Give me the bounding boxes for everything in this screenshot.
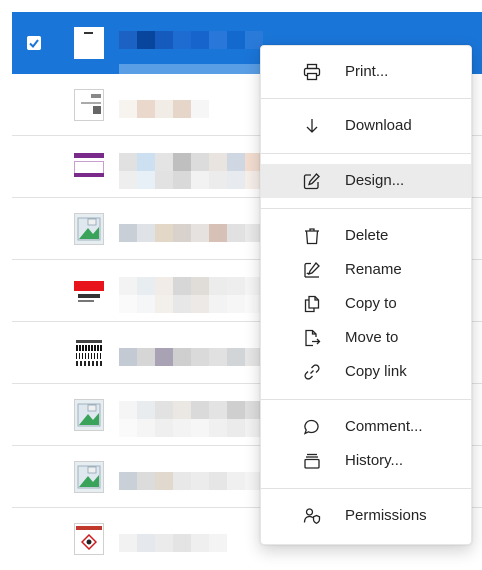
file-thumbnail [74, 151, 104, 183]
menu-item-label: Copy link [345, 363, 407, 380]
menu-item-label: Comment... [345, 418, 423, 435]
blurred-filename [119, 401, 263, 419]
menu-item-label: Permissions [345, 507, 427, 524]
comment-icon [303, 418, 321, 436]
menu-item-permissions[interactable]: Permissions [261, 499, 471, 533]
blurred-filename [119, 100, 209, 118]
menu-item-print[interactable]: Print... [261, 55, 471, 89]
menu-item-label: Move to [345, 329, 399, 346]
image-placeholder-icon [74, 399, 104, 431]
move-icon [303, 329, 321, 347]
file-thumbnail [74, 89, 104, 121]
menu-item-label: Delete [345, 227, 389, 244]
menu-item-history[interactable]: History... [261, 444, 471, 478]
blurred-filename-2 [119, 419, 263, 437]
copy-icon [303, 295, 321, 313]
blurred-filename [119, 534, 227, 552]
menu-separator [261, 488, 471, 489]
menu-item-move-to[interactable]: Move to [261, 321, 471, 355]
menu-item-label: History... [345, 452, 404, 469]
history-icon [303, 452, 321, 470]
row-checkbox[interactable] [27, 36, 41, 50]
menu-item-label: Design... [345, 172, 405, 189]
link-icon [303, 363, 321, 381]
menu-separator [261, 208, 471, 209]
menu-separator [261, 153, 471, 154]
file-thumbnail [74, 337, 104, 369]
trash-icon [303, 227, 321, 245]
image-placeholder-icon [74, 213, 104, 245]
menu-item-label: Rename [345, 261, 402, 278]
printer-icon [303, 63, 321, 81]
blurred-filename [119, 153, 263, 171]
rename-icon [303, 261, 321, 279]
context-menu: Print... Download Design... Delete Renam… [260, 45, 472, 545]
menu-separator [261, 399, 471, 400]
menu-item-copy-link[interactable]: Copy link [261, 355, 471, 389]
blurred-filename-2 [119, 295, 263, 313]
blurred-filename-2 [119, 171, 263, 189]
file-thumbnail [74, 27, 104, 59]
permissions-icon [303, 507, 321, 525]
blurred-filename [119, 31, 263, 49]
menu-item-label: Download [345, 117, 412, 134]
download-icon [303, 117, 321, 135]
menu-item-download[interactable]: Download [261, 109, 471, 143]
menu-separator [261, 98, 471, 99]
menu-item-copy-to[interactable]: Copy to [261, 287, 471, 321]
blurred-filename [119, 224, 263, 242]
blurred-filename [119, 348, 263, 366]
menu-item-comment[interactable]: Comment... [261, 410, 471, 444]
blurred-filename [119, 472, 263, 490]
menu-item-design[interactable]: Design... [261, 164, 471, 198]
image-placeholder-icon [74, 461, 104, 493]
blurred-filename [119, 277, 263, 295]
edit-icon [303, 172, 321, 190]
menu-item-rename[interactable]: Rename [261, 253, 471, 287]
selection-highlight [119, 64, 269, 74]
file-thumbnail [74, 275, 104, 307]
menu-item-label: Print... [345, 63, 389, 80]
menu-item-label: Copy to [345, 295, 397, 312]
menu-item-delete[interactable]: Delete [261, 219, 471, 253]
file-thumbnail [74, 523, 104, 555]
